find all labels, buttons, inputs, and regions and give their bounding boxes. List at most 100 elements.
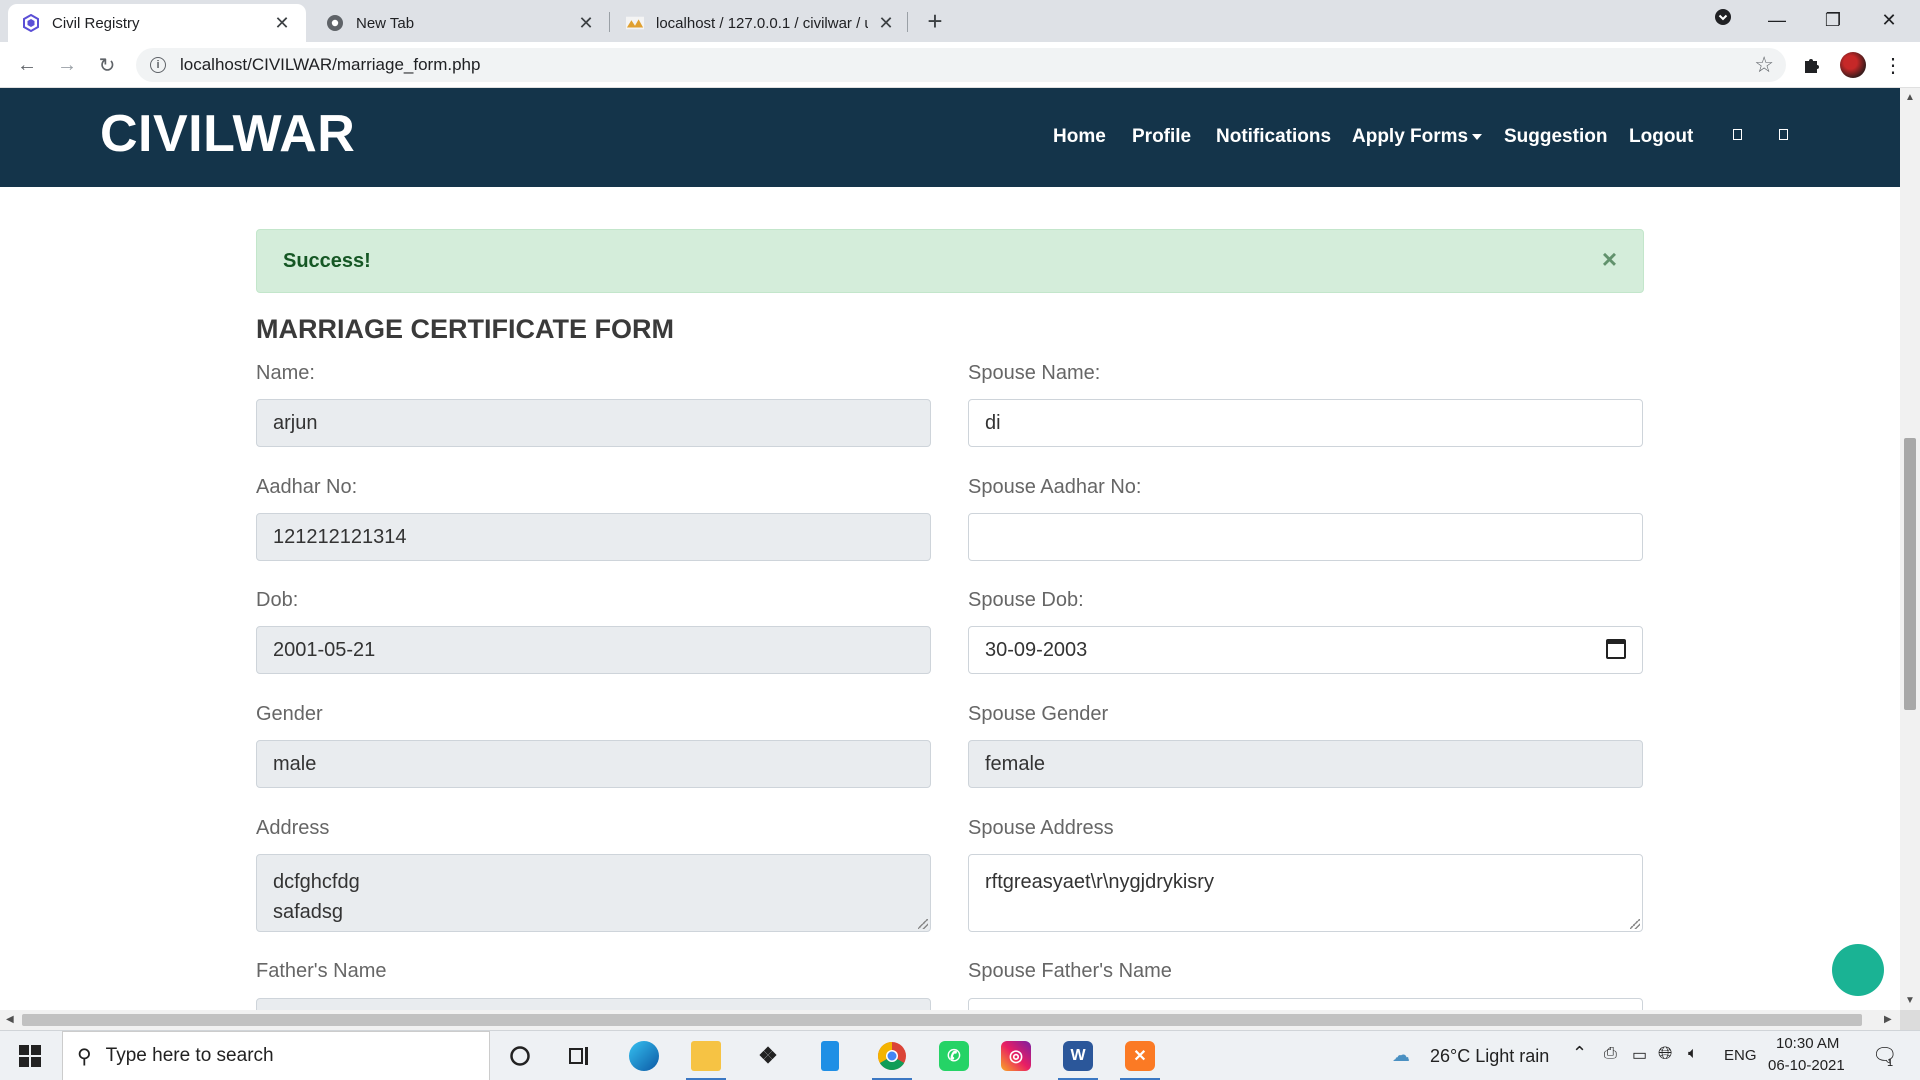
aadhar-field[interactable]: 121212121314 <box>256 513 931 561</box>
nav-logout[interactable]: Logout <box>1629 126 1693 148</box>
chrome-taskbar-icon[interactable] <box>868 1037 916 1080</box>
language-indicator[interactable]: ENG <box>1724 1047 1757 1064</box>
network-globe-icon[interactable]: 🌐︎ <box>1658 1043 1672 1064</box>
back-arrow-icon[interactable]: ← <box>12 50 42 80</box>
menu-kebab-icon[interactable]: ⋮ <box>1878 50 1908 80</box>
placeholder-glyph-icon[interactable] <box>1779 129 1788 140</box>
tab-phpmyadmin[interactable]: localhost / 127.0.0.1 / civilwar / u ✕ <box>612 4 910 42</box>
spouse-dob-value[interactable]: 30-09-2003 <box>985 639 1087 662</box>
word-icon[interactable]: W <box>1054 1037 1102 1080</box>
nav-profile[interactable]: Profile <box>1132 126 1191 148</box>
close-icon[interactable]: ✕ <box>876 13 896 34</box>
instagram-icon[interactable]: ◎ <box>992 1037 1040 1075</box>
edge-icon[interactable] <box>620 1037 668 1075</box>
file-explorer-icon[interactable] <box>682 1037 730 1080</box>
nav-apply-forms-label: Apply Forms <box>1352 126 1469 147</box>
name-label: Name: <box>256 362 315 384</box>
scrollbar-corner <box>1900 1010 1920 1030</box>
device-icon[interactable]: ⎙ <box>1604 1045 1617 1063</box>
scroll-up-icon[interactable]: ▲ <box>1905 92 1915 103</box>
extensions-puzzle-icon[interactable] <box>1797 50 1827 80</box>
cortana-icon[interactable] <box>496 1037 544 1075</box>
task-view-icon[interactable] <box>556 1037 604 1075</box>
horizontal-scroll-thumb[interactable] <box>22 1014 1862 1026</box>
tray-chevron-up-icon[interactable]: ⌃ <box>1572 1043 1587 1064</box>
site-navbar: CIVILWAR Home Profile Notifications Appl… <box>0 88 1900 187</box>
resize-handle-icon[interactable] <box>918 919 928 929</box>
scroll-right-icon[interactable]: ▶ <box>1884 1014 1892 1025</box>
taskbar-search-box[interactable]: ⚲ Type here to search <box>62 1031 490 1080</box>
spouse-name-field[interactable]: di <box>968 399 1643 447</box>
tab-search-button[interactable] <box>1700 4 1746 36</box>
info-icon[interactable]: i <box>150 57 166 73</box>
forward-arrow-icon[interactable]: → <box>52 50 82 80</box>
spouse-address-value: rftgreasyaet\r\nygjdrykisry <box>985 871 1214 893</box>
name-field[interactable]: arjun <box>256 399 931 447</box>
aadhar-label: Aadhar No: <box>256 476 358 498</box>
volume-icon[interactable]: 🔈︎ <box>1688 1045 1698 1063</box>
alert-close-icon[interactable]: × <box>1602 244 1617 275</box>
restore-icon[interactable]: ❐ <box>1810 4 1856 36</box>
address-label: Address <box>256 817 330 839</box>
tab-title: localhost / 127.0.0.1 / civilwar / u <box>656 14 868 32</box>
spouse-aadhar-field[interactable] <box>968 513 1643 561</box>
reload-icon[interactable]: ↻ <box>92 50 122 80</box>
spouse-gender-field[interactable]: female <box>968 740 1643 788</box>
father-name-label: Father's Name <box>256 960 387 982</box>
whatsapp-icon[interactable]: ✆ <box>930 1037 978 1075</box>
spouse-dob-field[interactable]: 30-09-2003 <box>968 626 1643 674</box>
clock-date[interactable]: 06-10-2021 <box>1768 1057 1845 1074</box>
battery-icon[interactable]: ▭ <box>1632 1045 1647 1065</box>
close-icon[interactable]: ✕ <box>576 13 596 34</box>
address-bar[interactable]: i localhost/CIVILWAR/marriage_form.php ☆ <box>136 48 1786 82</box>
placeholder-glyph-icon[interactable] <box>1733 129 1742 140</box>
nav-suggestion[interactable]: Suggestion <box>1504 126 1607 148</box>
minimize-icon[interactable]: — <box>1754 4 1800 36</box>
tab-separator <box>907 12 908 32</box>
vertical-scroll-thumb[interactable] <box>1904 438 1916 710</box>
tab-civil-registry[interactable]: Civil Registry ✕ <box>8 4 306 42</box>
site-brand[interactable]: CIVILWAR <box>100 104 355 164</box>
clock-time[interactable]: 10:30 AM <box>1776 1035 1839 1052</box>
spouse-father-name-field[interactable] <box>968 998 1643 1010</box>
nav-notifications[interactable]: Notifications <box>1216 126 1331 148</box>
profile-avatar[interactable] <box>1840 52 1866 78</box>
resize-handle-icon[interactable] <box>1630 919 1640 929</box>
nav-home[interactable]: Home <box>1053 126 1106 148</box>
bookmark-star-icon[interactable]: ☆ <box>1754 52 1774 78</box>
father-name-field[interactable] <box>256 998 931 1010</box>
spouse-address-label: Spouse Address <box>968 817 1114 839</box>
hexagon-icon <box>22 14 40 32</box>
address-textarea[interactable]: dcfghcfdg safadsg <box>256 854 931 932</box>
calendar-icon[interactable] <box>1606 639 1626 659</box>
xampp-icon[interactable]: ✕ <box>1116 1037 1164 1080</box>
dob-field[interactable]: 2001-05-21 <box>256 626 931 674</box>
phone-app-icon[interactable] <box>806 1037 854 1075</box>
nav-apply-forms[interactable]: Apply Forms <box>1352 126 1483 148</box>
weather-cloud-icon[interactable]: ☁ <box>1392 1045 1410 1066</box>
notification-center-icon[interactable]: 🗨︎ <box>1872 1043 1897 1068</box>
spouse-name-label: Spouse Name: <box>968 362 1101 384</box>
address-value: dcfghcfdg safadsg <box>273 871 360 923</box>
tab-title: Civil Registry <box>52 14 140 32</box>
scroll-down-icon[interactable]: ▼ <box>1905 995 1915 1006</box>
horizontal-scrollbar[interactable]: ◀ ▶ <box>0 1010 1900 1030</box>
new-tab-button[interactable]: + <box>918 6 952 37</box>
spouse-address-textarea[interactable]: rftgreasyaet\r\nygjdrykisry <box>968 854 1643 932</box>
tab-new-tab[interactable]: New Tab ✕ <box>312 4 610 42</box>
vertical-scrollbar[interactable]: ▲ ▼ <box>1900 88 1920 1010</box>
scroll-left-icon[interactable]: ◀ <box>6 1014 14 1025</box>
window-close-icon[interactable]: ✕ <box>1866 4 1912 36</box>
url-text[interactable]: localhost/CIVILWAR/marriage_form.php <box>180 55 480 75</box>
dropbox-icon[interactable]: ❖ <box>744 1037 792 1075</box>
gender-field[interactable]: male <box>256 740 931 788</box>
browser-tab-strip: Civil Registry ✕ New Tab ✕ localhost / 1… <box>0 0 1920 42</box>
floating-chat-button[interactable] <box>1832 944 1884 996</box>
windows-start-icon[interactable] <box>6 1037 54 1075</box>
gender-label: Gender <box>256 703 323 725</box>
spouse-gender-label: Spouse Gender <box>968 703 1109 725</box>
search-icon: ⚲ <box>77 1045 92 1068</box>
close-icon[interactable]: ✕ <box>272 13 292 34</box>
taskbar-search-placeholder: Type here to search <box>105 1045 274 1066</box>
weather-text[interactable]: 26°C Light rain <box>1430 1046 1549 1067</box>
